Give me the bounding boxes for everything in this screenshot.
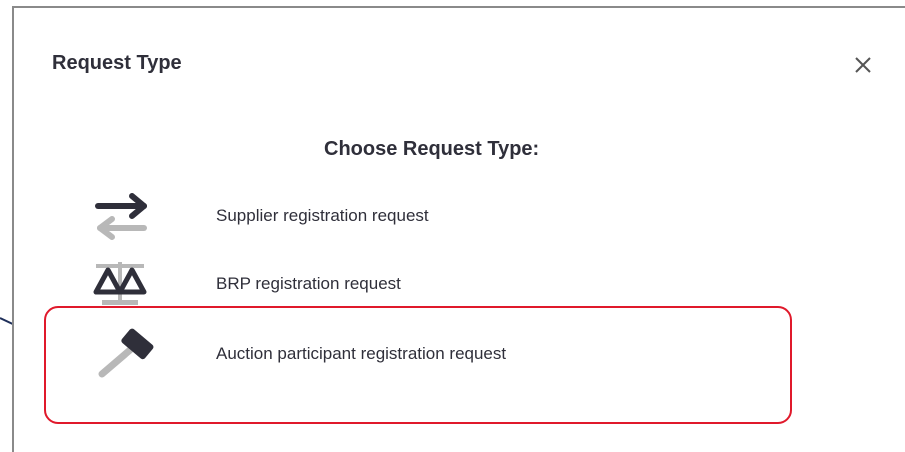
highlight-box: [44, 306, 792, 424]
option-supplier-registration[interactable]: Supplier registration request: [84, 188, 704, 244]
option-label: Supplier registration request: [216, 206, 429, 225]
dialog-title: Request Type: [52, 52, 182, 74]
swap-arrows-icon: [95, 193, 147, 240]
option-brp-registration[interactable]: BRP registration request: [84, 256, 704, 312]
close-button[interactable]: [850, 52, 876, 78]
option-label: BRP registration request: [216, 274, 401, 293]
screen: Request Type Choose Request Type: Suppli…: [0, 0, 905, 452]
close-icon: [855, 57, 871, 73]
balance-scale-icon: [93, 262, 147, 305]
choose-heading: Choose Request Type:: [324, 138, 540, 160]
